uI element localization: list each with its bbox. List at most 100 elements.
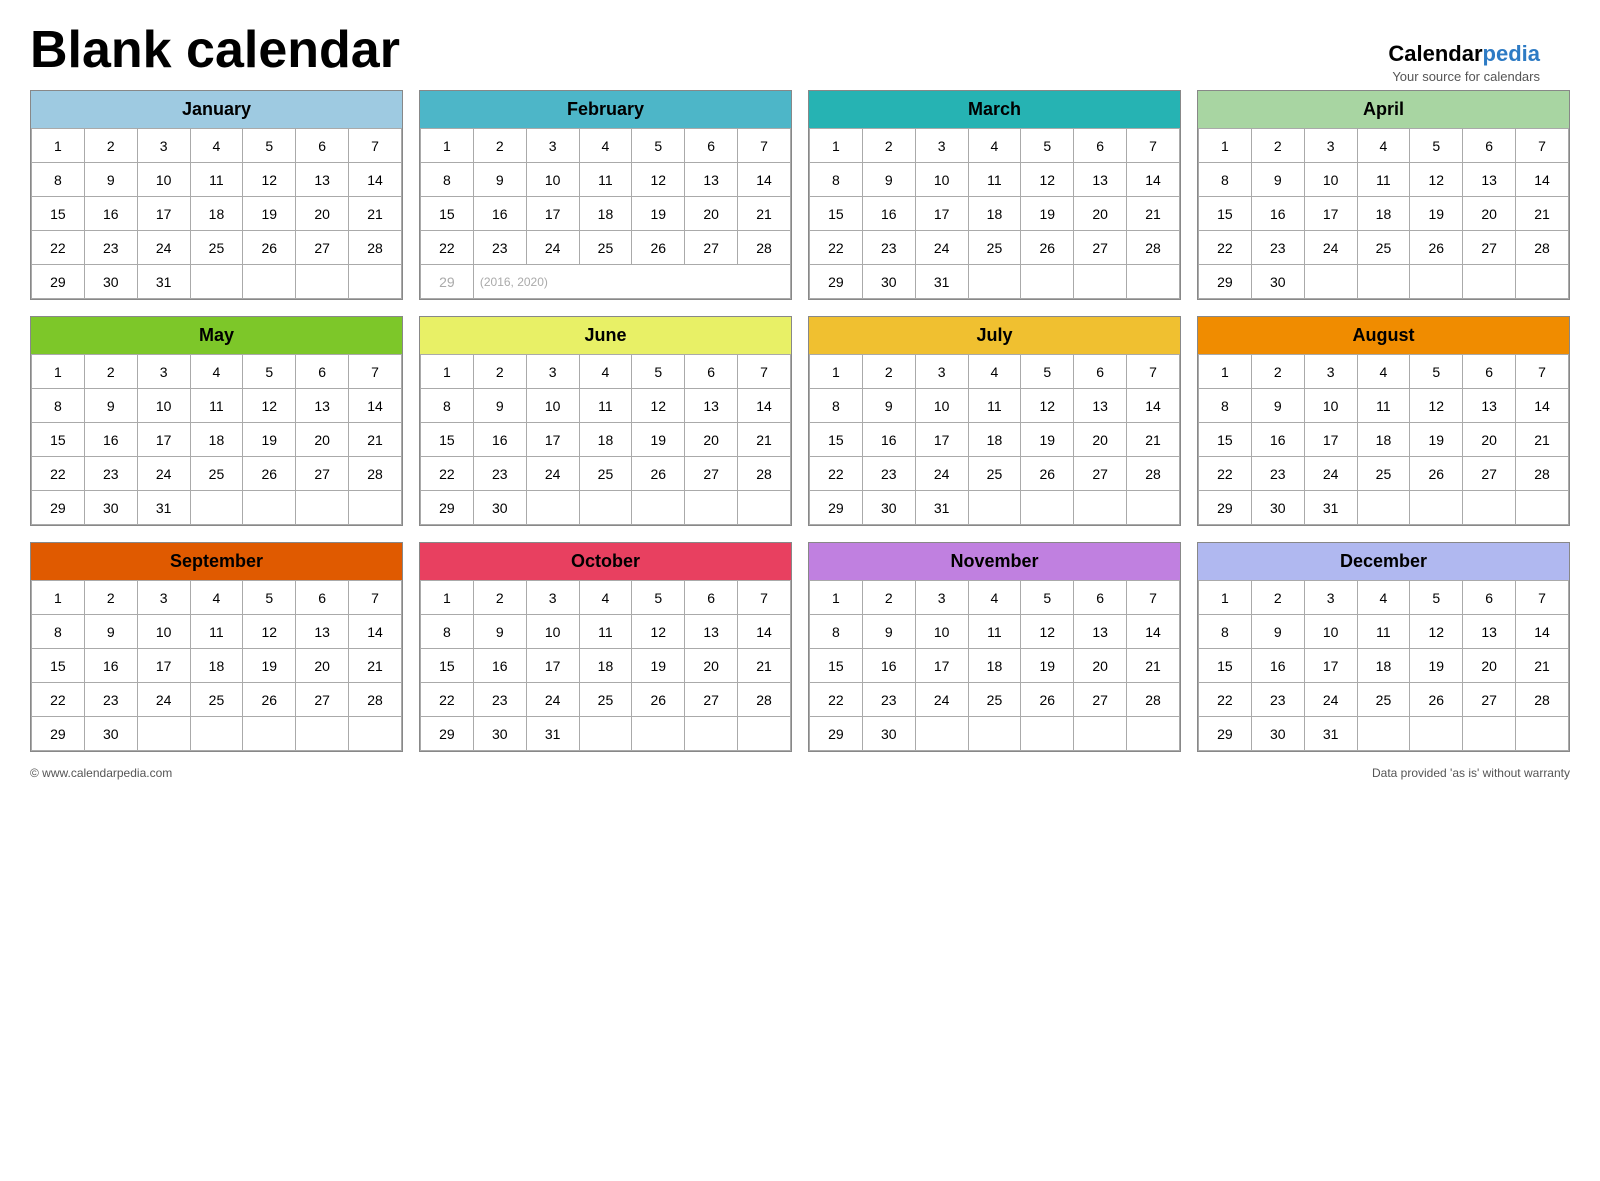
day-cell: 26 — [243, 457, 296, 491]
day-cell — [137, 717, 190, 751]
day-cell: 29 — [32, 491, 85, 525]
day-cell: 26 — [1021, 457, 1074, 491]
day-cell: 15 — [32, 649, 85, 683]
day-cell: 30 — [1251, 717, 1304, 751]
table-row: 891011121314 — [810, 389, 1180, 423]
day-cell: 22 — [810, 683, 863, 717]
day-cell — [1516, 265, 1569, 299]
day-cell: 27 — [296, 683, 349, 717]
day-cell: 23 — [84, 683, 137, 717]
table-row: 15161718192021 — [32, 197, 402, 231]
month-grid-july: 1234567891011121314151617181920212223242… — [809, 354, 1180, 525]
day-cell: 20 — [296, 197, 349, 231]
table-row: 891011121314 — [1199, 163, 1569, 197]
day-cell: 29 — [421, 717, 474, 751]
day-cell: 21 — [349, 423, 402, 457]
day-cell: 15 — [421, 423, 474, 457]
month-calendar-december: December12345678910111213141516171819202… — [1197, 542, 1570, 752]
day-cell: 17 — [526, 649, 579, 683]
table-row: 891011121314 — [421, 615, 791, 649]
day-cell: 10 — [526, 389, 579, 423]
day-cell: 19 — [1410, 423, 1463, 457]
day-cell: 29 — [32, 717, 85, 751]
month-grid-may: 1234567891011121314151617181920212223242… — [31, 354, 402, 525]
day-cell: 9 — [473, 389, 526, 423]
day-cell: 24 — [915, 457, 968, 491]
table-row: 15161718192021 — [32, 649, 402, 683]
table-row: 15161718192021 — [810, 649, 1180, 683]
table-row: 22232425262728 — [421, 683, 791, 717]
table-row: 22232425262728 — [810, 231, 1180, 265]
day-cell: 26 — [632, 231, 685, 265]
day-cell: 22 — [810, 231, 863, 265]
month-calendar-february: February12345678910111213141516171819202… — [419, 90, 792, 300]
table-row: 891011121314 — [32, 615, 402, 649]
day-cell: 29 — [1199, 265, 1252, 299]
month-calendar-may: May1234567891011121314151617181920212223… — [30, 316, 403, 526]
day-cell: 21 — [738, 197, 791, 231]
day-cell: 4 — [968, 581, 1021, 615]
day-cell: 9 — [473, 615, 526, 649]
day-cell: 17 — [915, 649, 968, 683]
day-cell: 24 — [1304, 231, 1357, 265]
day-cell: 14 — [1127, 163, 1180, 197]
day-cell: 9 — [1251, 389, 1304, 423]
day-cell: 11 — [579, 163, 632, 197]
day-cell — [349, 491, 402, 525]
day-cell: 25 — [190, 683, 243, 717]
day-cell: 14 — [1127, 615, 1180, 649]
day-cell: 17 — [1304, 197, 1357, 231]
day-cell: 5 — [243, 581, 296, 615]
day-cell: 12 — [632, 163, 685, 197]
day-cell: 30 — [84, 717, 137, 751]
day-cell: 15 — [810, 197, 863, 231]
day-cell: 3 — [526, 355, 579, 389]
day-cell: 9 — [862, 163, 915, 197]
day-cell: 31 — [137, 491, 190, 525]
table-row: 2930 — [1199, 265, 1569, 299]
day-cell: 4 — [968, 355, 1021, 389]
day-cell: 20 — [1074, 423, 1127, 457]
day-cell: 7 — [349, 355, 402, 389]
month-header-january: January — [31, 91, 402, 128]
month-calendar-october: October123456789101112131415161718192021… — [419, 542, 792, 752]
table-row: 2930 — [810, 717, 1180, 751]
day-cell: 20 — [685, 197, 738, 231]
day-cell: 26 — [1410, 231, 1463, 265]
day-cell: 23 — [84, 457, 137, 491]
day-cell: 3 — [526, 129, 579, 163]
day-cell: 14 — [738, 163, 791, 197]
day-cell: 5 — [1021, 581, 1074, 615]
day-cell: 12 — [243, 389, 296, 423]
table-row: 1234567 — [32, 129, 402, 163]
day-cell — [1074, 265, 1127, 299]
month-grid-january: 1234567891011121314151617181920212223242… — [31, 128, 402, 299]
table-row: 22232425262728 — [421, 457, 791, 491]
day-cell: 9 — [84, 389, 137, 423]
day-cell: 16 — [1251, 649, 1304, 683]
table-row: 293031 — [810, 265, 1180, 299]
month-header-april: April — [1198, 91, 1569, 128]
day-cell: 20 — [296, 423, 349, 457]
day-cell — [1357, 491, 1410, 525]
day-cell: 2 — [862, 355, 915, 389]
day-cell: 19 — [1021, 649, 1074, 683]
table-row: 891011121314 — [32, 163, 402, 197]
day-cell: 6 — [296, 581, 349, 615]
table-row: 891011121314 — [1199, 615, 1569, 649]
day-cell: 4 — [968, 129, 1021, 163]
day-cell: 29 — [421, 491, 474, 525]
table-row: 22232425262728 — [1199, 683, 1569, 717]
day-cell: 2 — [84, 129, 137, 163]
day-cell: 25 — [190, 457, 243, 491]
day-cell: 22 — [1199, 231, 1252, 265]
day-cell: 14 — [349, 615, 402, 649]
table-row: 15161718192021 — [421, 197, 791, 231]
day-cell: 28 — [1127, 231, 1180, 265]
day-cell: 9 — [84, 615, 137, 649]
day-cell — [1127, 491, 1180, 525]
day-cell: 10 — [137, 163, 190, 197]
day-cell: 4 — [579, 581, 632, 615]
day-cell: 3 — [137, 129, 190, 163]
day-cell: 26 — [1410, 683, 1463, 717]
